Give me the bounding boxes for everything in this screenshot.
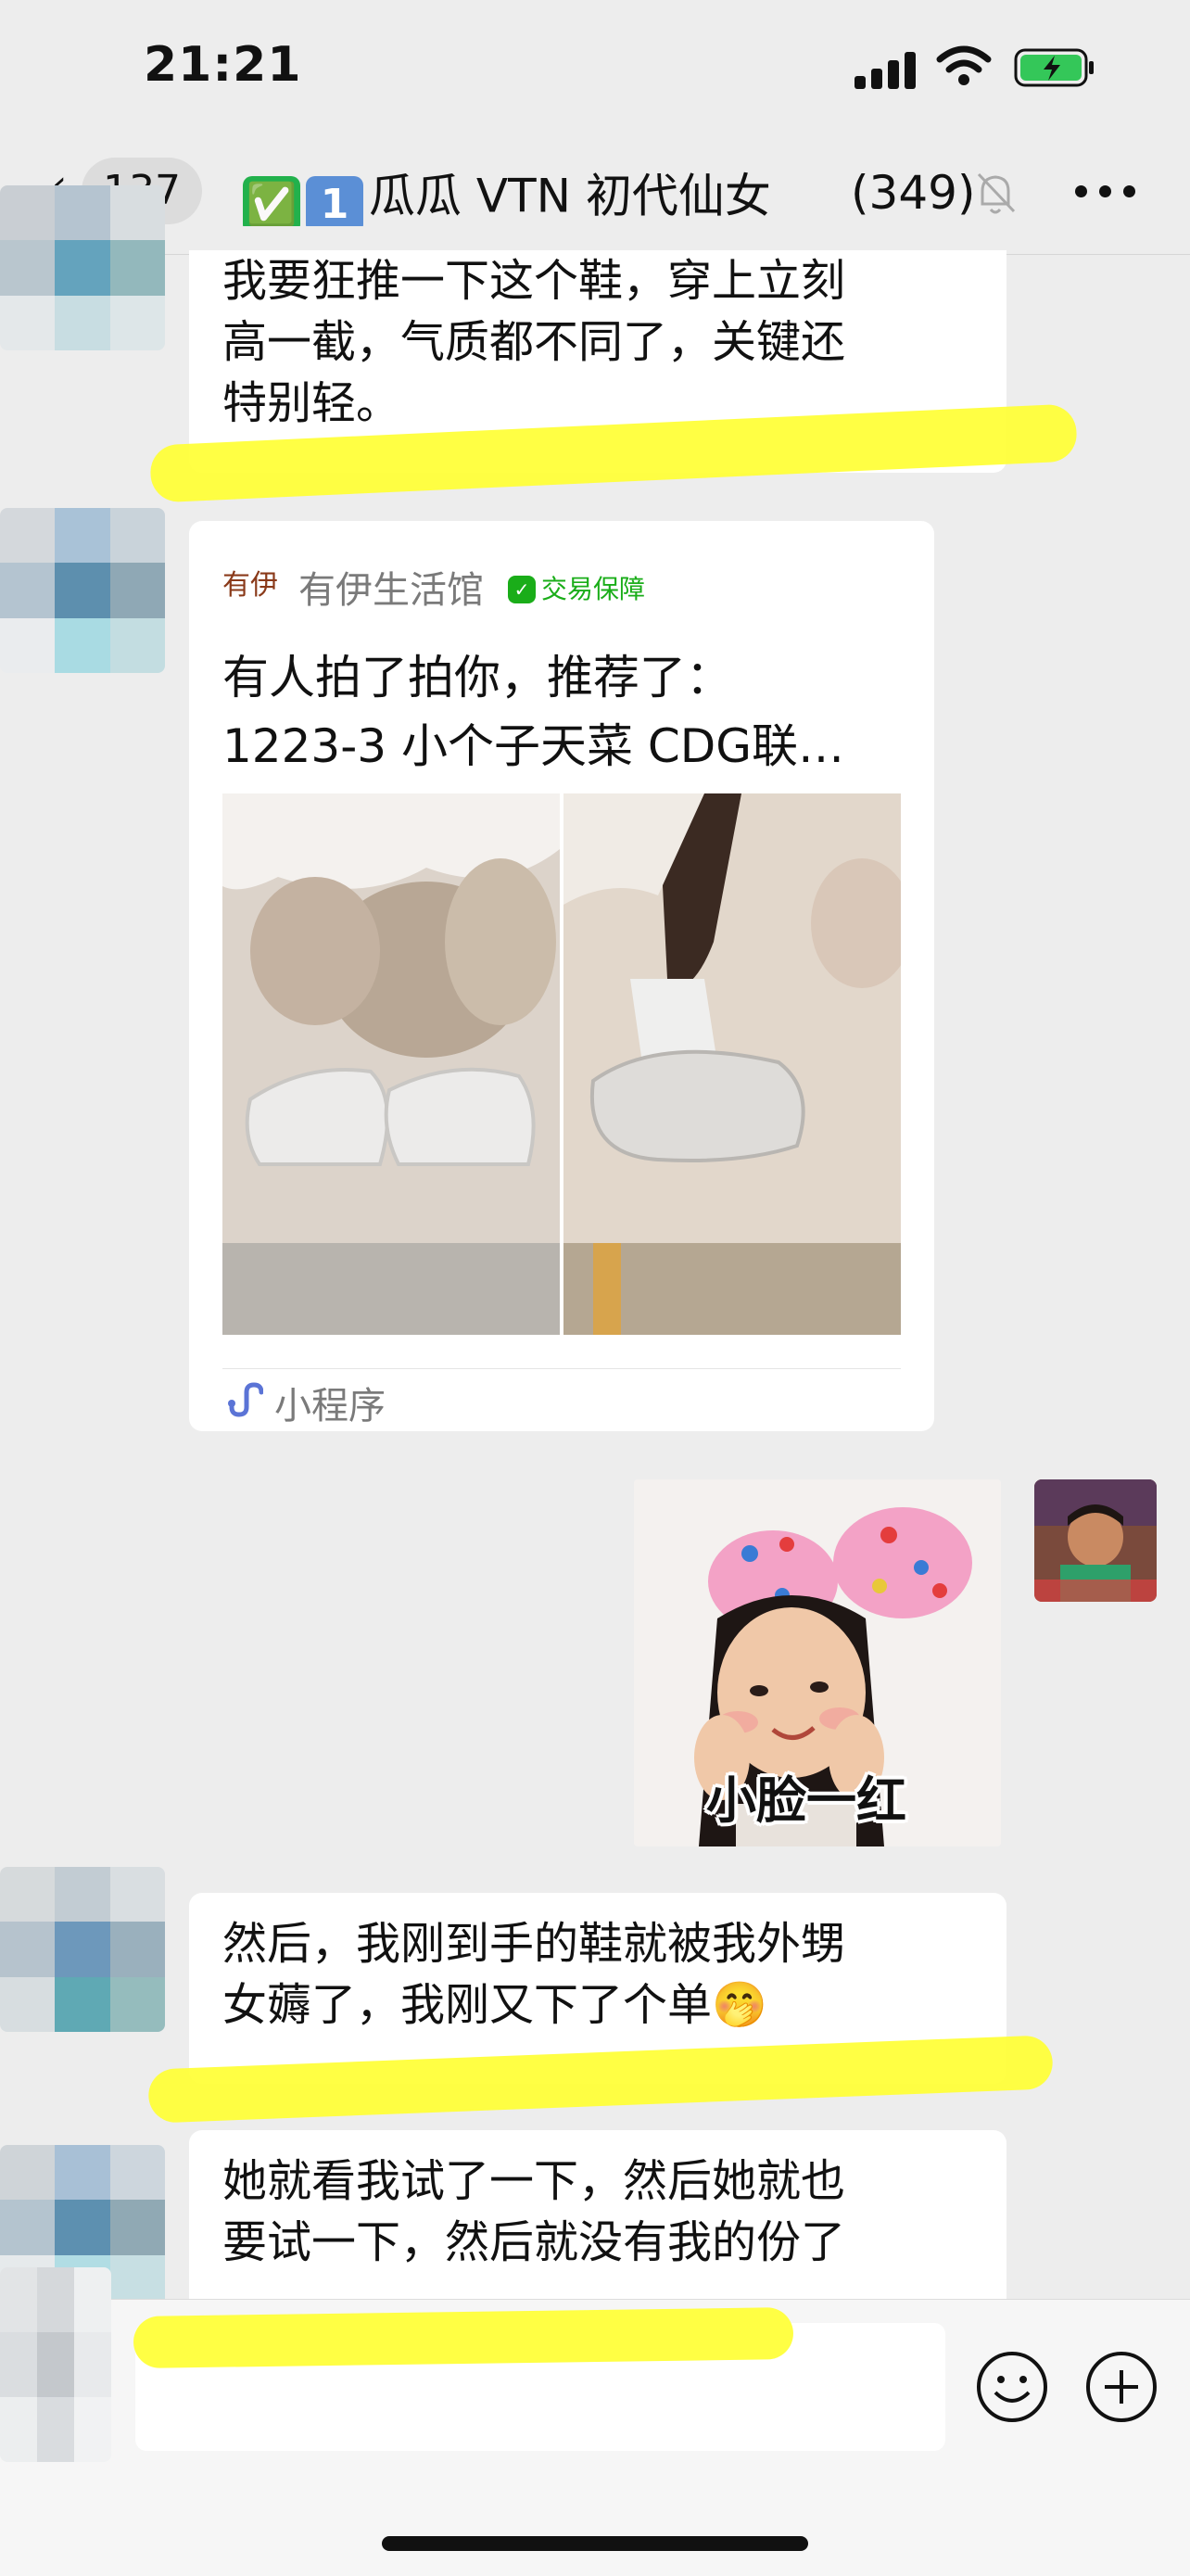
group-name: 瓜瓜 VTN 初代仙女: [369, 169, 771, 223]
wifi-icon: [936, 45, 992, 85]
member-count: (349): [845, 159, 976, 226]
product-photo: [222, 793, 901, 1335]
my-avatar[interactable]: [1034, 1479, 1157, 1602]
message-line: 女薅了，我刚又下了个单🤭: [222, 1979, 767, 2031]
message-line: 我要狂推一下这个鞋，穿上立刻: [222, 255, 846, 307]
transaction-guarantee-badge: ✓ 交易保障: [508, 569, 645, 606]
card-divider: [222, 1368, 901, 1369]
cellular-signal-icon: [855, 52, 918, 89]
message-line: 要试一下，然后就没有我的份了: [222, 2216, 846, 2268]
status-time: 21:21: [144, 37, 302, 93]
yellow-highlight-mark: [133, 2307, 794, 2368]
more-icon[interactable]: [1075, 185, 1136, 198]
avatar: [0, 2267, 111, 2462]
shop-logo: 有伊: [222, 569, 278, 602]
sticker-caption: 小脸一红: [706, 1771, 906, 1830]
card-description: 有人拍了拍你，推荐了： 1223-3 小个子天菜 CDG联…: [222, 651, 845, 773]
avatar[interactable]: [0, 185, 165, 350]
plus-icon[interactable]: [1084, 2350, 1158, 2424]
message-line: 她就看我试了一下，然后她就也: [222, 2155, 846, 2207]
keycap-one-emoji: 1: [306, 176, 363, 226]
message-line: 高一截，气质都不同了，关键还: [222, 316, 846, 368]
battery-charging-icon: [1014, 48, 1094, 87]
shop-name: 有伊生活馆: [298, 569, 484, 612]
message-bubble[interactable]: 她就看我试了一下，然后她就也 要试一下，然后就没有我的份了: [189, 2130, 1006, 2316]
avatar[interactable]: [0, 508, 165, 673]
check-mark-emoji: ✅: [243, 176, 300, 226]
emoji-icon[interactable]: [975, 2350, 1049, 2424]
avatar[interactable]: [0, 1867, 165, 2032]
message-line: 然后，我刚到手的鞋就被我外甥: [222, 1918, 846, 1970]
boy-photo-avatar: [1034, 1479, 1157, 1602]
home-indicator[interactable]: [382, 2536, 808, 2551]
bell-muted-icon: [977, 172, 1016, 214]
mini-program-label: 小程序: [274, 1385, 386, 1428]
mini-program-icon: [228, 1382, 263, 1417]
shield-check-icon: ✓: [508, 576, 536, 603]
